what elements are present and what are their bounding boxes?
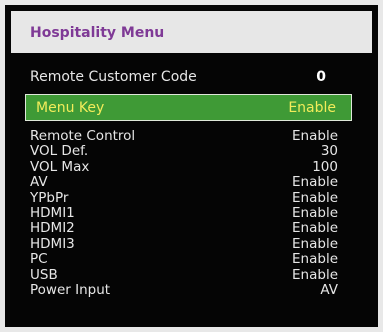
- menu-row-label: Remote Control: [30, 128, 136, 144]
- menu-row-value: 0: [316, 69, 326, 85]
- menu-row-value: Enable: [288, 100, 336, 116]
- menu-row-label: VOL Def.: [30, 143, 89, 160]
- menu-row-vol-def[interactable]: VOL Def. 30: [25, 143, 352, 160]
- menu-row-value: Enable: [292, 204, 338, 221]
- menu-row-remote-customer-code[interactable]: Remote Customer Code 0: [25, 68, 352, 86]
- menu-row-value: 100: [312, 158, 338, 175]
- title-bar: Hospitality Menu: [11, 11, 372, 53]
- menu-title: Hospitality Menu: [30, 25, 165, 41]
- menu-item-list: Remote Control Enable VOL Def. 30 VOL Ma…: [25, 128, 352, 298]
- menu-row-hdmi1[interactable]: HDMI1 Enable: [25, 204, 352, 221]
- menu-row-label: HDMI3: [30, 235, 75, 252]
- menu-row-label: Power Input: [30, 281, 111, 298]
- menu-row-vol-max[interactable]: VOL Max 100: [25, 158, 352, 175]
- menu-row-pc[interactable]: PC Enable: [25, 251, 352, 268]
- menu-row-ypbpr[interactable]: YPbPr Enable: [25, 189, 352, 206]
- hospitality-menu-panel: Hospitality Menu Remote Customer Code 0 …: [0, 0, 383, 332]
- menu-row-value: Enable: [292, 189, 338, 206]
- menu-row-label: VOL Max: [30, 158, 90, 175]
- menu-row-av[interactable]: AV Enable: [25, 174, 352, 191]
- menu-row-usb[interactable]: USB Enable: [25, 266, 352, 283]
- menu-row-label: Remote Customer Code: [30, 69, 197, 85]
- menu-row-remote-control[interactable]: Remote Control Enable: [25, 128, 352, 144]
- menu-row-value: Enable: [292, 251, 338, 268]
- menu-row-menu-key-selected[interactable]: Menu Key Enable: [25, 94, 352, 121]
- menu-row-value: Enable: [292, 128, 338, 144]
- menu-row-value: AV: [320, 281, 338, 298]
- menu-row-label: USB: [30, 266, 58, 283]
- menu-row-hdmi3[interactable]: HDMI3 Enable: [25, 235, 352, 252]
- menu-row-value: Enable: [292, 174, 338, 191]
- menu-row-label: Menu Key: [36, 100, 105, 116]
- menu-row-label: HDMI1: [30, 204, 75, 221]
- menu-row-value: Enable: [292, 235, 338, 252]
- menu-row-label: PC: [30, 251, 48, 268]
- menu-row-label: HDMI2: [30, 220, 75, 237]
- menu-row-value: Enable: [292, 220, 338, 237]
- menu-row-value: Enable: [292, 266, 338, 283]
- menu-row-hdmi2[interactable]: HDMI2 Enable: [25, 220, 352, 237]
- menu-row-value: 30: [320, 143, 338, 160]
- menu-row-label: YPbPr: [30, 189, 69, 206]
- menu-row-label: AV: [30, 174, 48, 191]
- menu-row-power-input[interactable]: Power Input AV: [25, 281, 352, 298]
